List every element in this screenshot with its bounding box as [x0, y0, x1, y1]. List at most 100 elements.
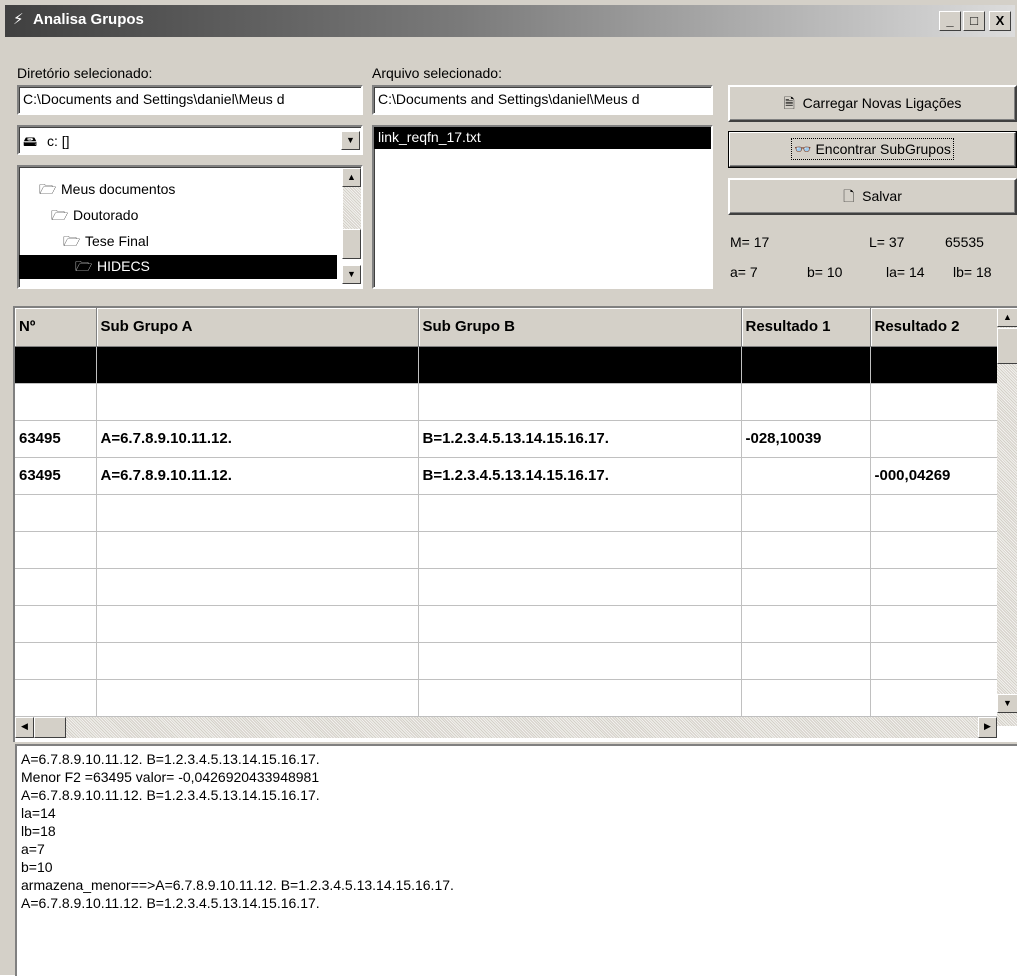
- table-cell[interactable]: B=1.2.3.4.5.13.14.15.16.17.: [418, 420, 742, 458]
- table-cell[interactable]: [741, 568, 871, 606]
- table-cell[interactable]: [741, 679, 871, 717]
- save-button[interactable]: 🗋 Salvar: [728, 178, 1017, 215]
- folder-scroll-thumb[interactable]: [342, 229, 361, 259]
- grid-vscroll-thumb[interactable]: [997, 328, 1017, 364]
- folder-tree[interactable]: 🗁 Meus documentos 🗁 Doutorado 🗁 Tese Final …: [17, 165, 363, 289]
- table-cell[interactable]: [15, 568, 97, 606]
- load-links-button[interactable]: 🗎 Carregar Novas Ligações: [728, 85, 1017, 122]
- table-cell[interactable]: [870, 420, 1001, 458]
- table-row[interactable]: 63495 A=6.7.8.9.10.11.12. B=1.2.3.4.5.13.1…: [15, 420, 1001, 458]
- grid-scroll-left-button[interactable]: ◀: [15, 717, 34, 738]
- table-row[interactable]: [15, 383, 1001, 421]
- table-cell[interactable]: [15, 679, 97, 717]
- table-row[interactable]: [15, 531, 1001, 569]
- grid-scroll-down-button[interactable]: ▼: [997, 694, 1017, 713]
- folder-scroll-down-button[interactable]: ▼: [342, 265, 361, 284]
- grid-hscroll-thumb[interactable]: [34, 717, 66, 738]
- table-cell[interactable]: [96, 346, 419, 384]
- table-cell[interactable]: [870, 346, 1001, 384]
- col-header-subgroup-b[interactable]: Sub Grupo B: [418, 308, 742, 347]
- table-cell[interactable]: A=6.7.8.9.10.11.12.: [96, 457, 419, 495]
- table-cell[interactable]: [870, 605, 1001, 643]
- folder-item[interactable]: 🗁 Meus documentos: [39, 179, 175, 203]
- table-cell[interactable]: [418, 642, 742, 680]
- folder-scroll-up-button[interactable]: ▲: [342, 168, 361, 187]
- table-row[interactable]: [15, 346, 1001, 384]
- grid-vscroll-track[interactable]: [997, 326, 1017, 726]
- file-list[interactable]: link_reqfn_17.txt: [372, 125, 713, 289]
- grid-hscroll-track[interactable]: [33, 717, 978, 738]
- table-cell[interactable]: [741, 346, 871, 384]
- app-icon: ⚡: [13, 11, 24, 28]
- table-cell[interactable]: [96, 568, 419, 606]
- table-cell[interactable]: [96, 494, 419, 532]
- table-row[interactable]: [15, 679, 1001, 717]
- table-cell[interactable]: [15, 605, 97, 643]
- grid-scroll-up-button[interactable]: ▲: [997, 308, 1017, 327]
- folder-item[interactable]: 🗁 Doutorado: [51, 205, 138, 229]
- file-list-item[interactable]: link_reqfn_17.txt: [374, 127, 711, 149]
- table-cell[interactable]: [741, 531, 871, 569]
- table-cell[interactable]: [741, 642, 871, 680]
- table-row[interactable]: [15, 494, 1001, 532]
- table-cell[interactable]: [870, 383, 1001, 421]
- table-cell[interactable]: [15, 383, 97, 421]
- close-button[interactable]: X: [989, 11, 1011, 31]
- table-cell[interactable]: [870, 568, 1001, 606]
- drive-select[interactable]: 🖴 c: []: [17, 125, 363, 155]
- table-cell[interactable]: [15, 642, 97, 680]
- table-cell[interactable]: [741, 605, 871, 643]
- col-header-number[interactable]: Nº: [15, 308, 97, 347]
- log-line: lb=18: [21, 823, 56, 839]
- find-subgroups-button[interactable]: 👓 Encontrar SubGrupos: [728, 131, 1017, 168]
- folder-item-selected[interactable]: 🗁 HIDECS: [19, 255, 337, 279]
- table-cell[interactable]: [96, 383, 419, 421]
- table-cell[interactable]: [96, 605, 419, 643]
- title-bar[interactable]: ⚡ Analisa Grupos _ □ X: [5, 5, 1015, 37]
- minimize-button[interactable]: _: [939, 11, 961, 31]
- drive-icon: 🖴: [23, 133, 38, 149]
- table-cell[interactable]: [15, 494, 97, 532]
- table-cell[interactable]: B=1.2.3.4.5.13.14.15.16.17.: [418, 457, 742, 495]
- table-cell[interactable]: [418, 679, 742, 717]
- table-cell[interactable]: [418, 568, 742, 606]
- table-row[interactable]: 63495 A=6.7.8.9.10.11.12. B=1.2.3.4.5.13.1…: [15, 457, 1001, 495]
- table-cell[interactable]: [418, 383, 742, 421]
- table-cell[interactable]: [418, 605, 742, 643]
- table-row[interactable]: [15, 642, 1001, 680]
- table-cell[interactable]: [418, 494, 742, 532]
- table-row[interactable]: [15, 568, 1001, 606]
- drive-value: c: []: [47, 133, 70, 149]
- directory-field[interactable]: C:\Documents and Settings\daniel\Meus d: [17, 85, 363, 115]
- table-cell[interactable]: 63495: [15, 420, 97, 458]
- table-cell[interactable]: -028,10039: [741, 420, 871, 458]
- table-cell[interactable]: [15, 531, 97, 569]
- table-cell[interactable]: [96, 531, 419, 569]
- table-cell[interactable]: [741, 494, 871, 532]
- table-cell[interactable]: [96, 679, 419, 717]
- col-header-subgroup-a[interactable]: Sub Grupo A: [96, 308, 419, 347]
- folder-item[interactable]: 🗁 Tese Final: [63, 231, 149, 255]
- table-cell[interactable]: [15, 346, 97, 384]
- table-cell[interactable]: [418, 531, 742, 569]
- file-field[interactable]: C:\Documents and Settings\daniel\Meus d: [372, 85, 713, 115]
- table-cell[interactable]: [870, 531, 1001, 569]
- table-cell[interactable]: [870, 642, 1001, 680]
- table-row[interactable]: [15, 605, 1001, 643]
- results-grid[interactable]: Nº Sub Grupo A Sub Grupo B Resultado 1 R…: [13, 306, 1017, 742]
- table-cell[interactable]: -000,04269: [870, 457, 1001, 495]
- table-cell[interactable]: [741, 457, 871, 495]
- table-cell[interactable]: [870, 679, 1001, 717]
- table-cell[interactable]: [418, 346, 742, 384]
- col-header-result-1[interactable]: Resultado 1: [741, 308, 871, 347]
- table-cell[interactable]: [741, 383, 871, 421]
- table-cell[interactable]: [870, 494, 1001, 532]
- maximize-button[interactable]: □: [963, 11, 985, 31]
- grid-scroll-right-button[interactable]: ▶: [978, 717, 997, 738]
- col-header-result-2[interactable]: Resultado 2: [870, 308, 1001, 347]
- table-cell[interactable]: [96, 642, 419, 680]
- log-memo[interactable]: A=6.7.8.9.10.11.12. B=1.2.3.4.5.13.14.15…: [15, 744, 1017, 976]
- drive-dropdown-button[interactable]: ▼: [341, 131, 360, 150]
- table-cell[interactable]: A=6.7.8.9.10.11.12.: [96, 420, 419, 458]
- table-cell[interactable]: 63495: [15, 457, 97, 495]
